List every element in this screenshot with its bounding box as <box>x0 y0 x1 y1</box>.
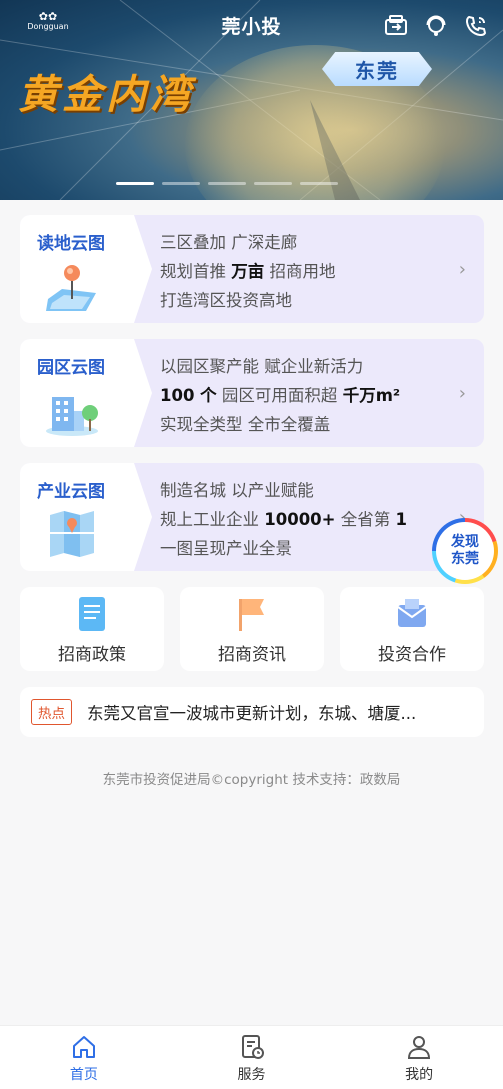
card-highlight: 万亩 <box>231 262 265 281</box>
card-body: 以园区聚产能 赋企业新活力 100 个 园区可用面积超 千万m² 实现全类型 全… <box>134 339 484 447</box>
tab-home[interactable]: 首页 <box>0 1026 168 1089</box>
user-icon <box>408 1036 431 1059</box>
card-highlight: 千万m² <box>342 386 401 405</box>
tab-label: 服务 <box>237 1067 266 1083</box>
carousel-dot[interactable] <box>116 182 154 185</box>
card-title: 园区云图 <box>37 358 105 378</box>
card-text: 全省第 <box>335 510 396 529</box>
card-text: 规上工业企业 <box>160 510 265 529</box>
chevron-right-icon: › <box>458 259 466 280</box>
tile-label: 招商政策 <box>58 645 126 665</box>
discover-label-line: 东莞 <box>451 551 479 567</box>
carousel-dot[interactable] <box>162 182 200 185</box>
carousel-indicator <box>116 182 338 185</box>
home-icon <box>72 1036 95 1058</box>
card-left-panel: 产业云图 <box>20 463 134 571</box>
card-line: 规划首推 万亩 招商用地 <box>160 257 484 286</box>
banner-headline: 黄金内湾 <box>18 71 194 118</box>
carousel-dot[interactable] <box>300 182 338 185</box>
tab-mine[interactable]: 我的 <box>335 1026 503 1089</box>
tab-label: 首页 <box>69 1067 98 1083</box>
card-left-panel: 园区云图 <box>20 339 134 447</box>
card-text: 规划首推 <box>160 262 232 281</box>
tile-investment-news[interactable]: 招商资讯 <box>180 587 324 671</box>
tile-label: 投资合作 <box>378 645 446 665</box>
folded-map-icon <box>50 511 94 557</box>
hot-news-bar[interactable]: 热点 东莞又官宣一波城市更新计划，东城、塘厦... <box>20 687 484 737</box>
chevron-right-icon: › <box>458 383 466 404</box>
document-icon <box>79 597 105 631</box>
carousel-dot[interactable] <box>254 182 292 185</box>
discover-label-line: 发现 <box>451 534 479 550</box>
card-text: 园区可用面积超 <box>216 386 343 405</box>
card-text: 招商用地 <box>264 262 336 281</box>
banner-city-tag: 东莞 <box>322 52 432 86</box>
card-line: 规上工业企业 10000+ 全省第 1 <box>160 505 484 534</box>
service-agent-icon[interactable] <box>423 14 449 38</box>
tab-service[interactable]: 服务 <box>168 1026 336 1089</box>
mail-icon <box>397 599 427 627</box>
card-line: 以园区聚产能 赋企业新活力 <box>160 357 364 376</box>
card-title: 产业云图 <box>37 482 105 502</box>
hero-banner[interactable]: ✿✿ Dongguan 莞小投 黄金内湾 东莞 <box>0 0 503 200</box>
card-highlight: 10000+ <box>264 510 336 529</box>
card-left-panel: 读地云图 <box>20 215 134 323</box>
card-body: 三区叠加 广深走廊 规划首推 万亩 招商用地 打造湾区投资高地 <box>134 215 484 323</box>
discover-label: 发现 东莞 <box>436 522 494 580</box>
service-clock-icon <box>241 1035 264 1059</box>
card-park-cloud-map[interactable]: 园区云图 以园区聚产能 赋企业新活力 100 个 园区可用面积超 千万m² 实现… <box>20 339 484 447</box>
copyright-note: 东莞市投资促进局©copyright 技术支持：政数局 <box>102 772 401 788</box>
card-industry-cloud-map[interactable]: 产业云图 制造名城 以产业赋能 规上工业企业 10000+ 全省第 1 一图呈现… <box>20 463 484 571</box>
park-buildings-icon <box>46 397 98 436</box>
tab-label: 我的 <box>405 1067 434 1083</box>
hot-badge: 热点 <box>31 699 72 725</box>
card-line: 制造名城 以产业赋能 <box>160 481 314 500</box>
header-actions <box>383 14 489 38</box>
card-line: 100 个 园区可用面积超 千万m² <box>160 381 484 410</box>
flag-icon <box>239 599 264 631</box>
tile-label: 招商资讯 <box>218 645 286 665</box>
card-land-cloud-map[interactable]: 读地云图 三区叠加 广深走廊 规划首推 万亩 招商用地 打造湾区投资高地 › <box>20 215 484 323</box>
carousel-dot[interactable] <box>208 182 246 185</box>
card-highlight: 100 个 <box>160 386 217 405</box>
map-pin-icon <box>46 265 96 311</box>
tile-investment-policy[interactable]: 招商政策 <box>20 587 164 671</box>
bottom-tab-bar: 首页 服务 我的 <box>0 1025 503 1089</box>
hot-news-text[interactable]: 东莞又官宣一波城市更新计划，东城、塘厦... <box>87 700 449 724</box>
switch-icon[interactable] <box>383 14 409 38</box>
card-highlight: 1 <box>395 510 407 529</box>
card-line: 打造湾区投资高地 <box>160 291 292 310</box>
card-line: 三区叠加 广深走廊 <box>160 233 298 252</box>
tile-investment-cooperation[interactable]: 投资合作 <box>340 587 484 671</box>
discover-dongguan-button[interactable]: 发现 东莞 <box>432 518 498 584</box>
card-title: 读地云图 <box>37 234 105 254</box>
phone-icon[interactable] <box>463 14 489 38</box>
card-line: 实现全类型 全市全覆盖 <box>160 415 331 434</box>
